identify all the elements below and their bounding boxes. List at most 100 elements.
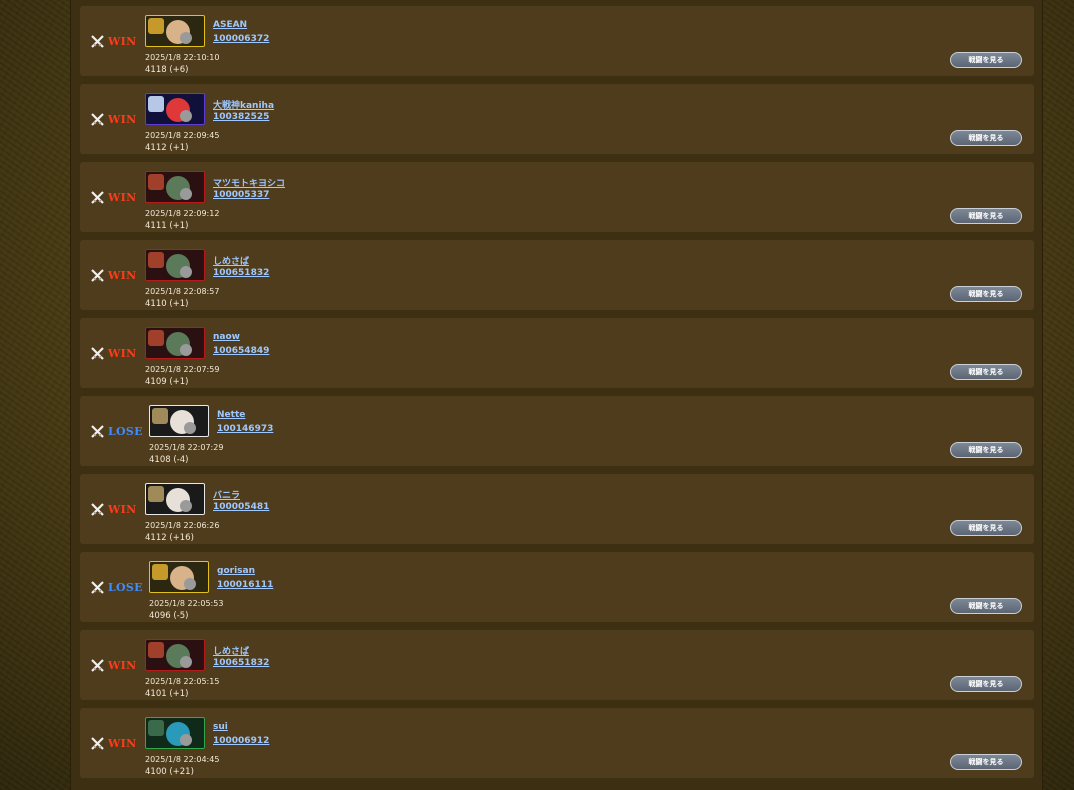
opponent-avatar[interactable] (145, 717, 205, 749)
emblem-icon (180, 266, 192, 278)
opponent-avatar[interactable] (145, 639, 205, 671)
emblem-icon (180, 32, 192, 44)
result-label: LOSE (108, 424, 143, 438)
opponent-name-link[interactable]: ASEAN (213, 20, 247, 30)
opponent-name-link[interactable]: しめさば (213, 644, 249, 657)
crossed-swords-icon (91, 268, 104, 282)
leader-character-icon (148, 96, 164, 112)
opponent-id-link[interactable]: 100005481 (213, 502, 269, 512)
battle-list: WIN ASEAN 100006372 2025/1/8 22:10:10 41… (80, 0, 1034, 786)
result-label: WIN (108, 112, 137, 126)
emblem-icon (180, 734, 192, 746)
opponent-avatar[interactable] (149, 405, 209, 437)
opponent-avatar[interactable] (149, 561, 209, 593)
rating-change: 4118 (+6) (145, 65, 189, 75)
view-battle-button[interactable]: 戦闘を見る (950, 442, 1022, 458)
battle-datetime: 2025/1/8 22:09:45 (145, 131, 220, 140)
opponent-avatar[interactable] (145, 483, 205, 515)
battle-row: LOSE gorisan 100016111 2025/1/8 22:05:53… (80, 552, 1034, 622)
opponent-id-link[interactable]: 100016111 (217, 580, 273, 590)
opponent-avatar[interactable] (145, 249, 205, 281)
result-indicator: WIN (91, 658, 136, 672)
battle-row: WIN ASEAN 100006372 2025/1/8 22:10:10 41… (80, 6, 1034, 76)
result-indicator: WIN (91, 190, 136, 204)
opponent-name-link[interactable]: gorisan (217, 566, 255, 576)
view-battle-button[interactable]: 戦闘を見る (950, 364, 1022, 380)
rating-change: 4109 (+1) (145, 377, 189, 387)
rating-change: 4111 (+1) (145, 221, 189, 231)
view-battle-button[interactable]: 戦闘を見る (950, 520, 1022, 536)
emblem-icon (180, 344, 192, 356)
opponent-name-link[interactable]: しめさば (213, 254, 249, 267)
leader-character-icon (148, 174, 164, 190)
opponent-avatar[interactable] (145, 327, 205, 359)
view-battle-button[interactable]: 戦闘を見る (950, 286, 1022, 302)
battle-row: WIN マツモトキヨシコ 100005337 2025/1/8 22:09:12… (80, 162, 1034, 232)
opponent-name-link[interactable]: naow (213, 332, 240, 342)
result-indicator: WIN (91, 112, 136, 126)
opponent-avatar[interactable] (145, 15, 205, 47)
result-indicator: WIN (91, 268, 136, 282)
view-battle-button[interactable]: 戦闘を見る (950, 52, 1022, 68)
rating-change: 4101 (+1) (145, 689, 189, 699)
opponent-avatar[interactable] (145, 93, 205, 125)
crossed-swords-icon (91, 502, 104, 516)
battle-datetime: 2025/1/8 22:10:10 (145, 53, 220, 62)
result-indicator: LOSE (91, 424, 143, 438)
leader-character-icon (148, 252, 164, 268)
view-battle-button[interactable]: 戦闘を見る (950, 754, 1022, 770)
battle-datetime: 2025/1/8 22:05:15 (145, 677, 220, 686)
opponent-name-link[interactable]: Nette (217, 410, 245, 420)
opponent-id-link[interactable]: 100146973 (217, 424, 273, 434)
rating-change: 4096 (-5) (149, 611, 189, 621)
result-indicator: WIN (91, 502, 136, 516)
result-label: WIN (108, 736, 137, 750)
opponent-id-link[interactable]: 100006912 (213, 736, 269, 746)
opponent-name-link[interactable]: sui (213, 722, 228, 732)
view-battle-button[interactable]: 戦闘を見る (950, 130, 1022, 146)
battle-row: LOSE Nette 100146973 2025/1/8 22:07:29 4… (80, 396, 1034, 466)
battle-row: WIN しめさば 100651832 2025/1/8 22:08:57 411… (80, 240, 1034, 310)
crossed-swords-icon (91, 346, 104, 360)
leader-character-icon (148, 18, 164, 34)
opponent-id-link[interactable]: 100382525 (213, 112, 269, 122)
opponent-avatar[interactable] (145, 171, 205, 203)
result-label: LOSE (108, 580, 143, 594)
result-label: WIN (108, 658, 137, 672)
opponent-id-link[interactable]: 100654849 (213, 346, 269, 356)
rating-change: 4110 (+1) (145, 299, 189, 309)
crossed-swords-icon (91, 424, 104, 438)
rating-change: 4108 (-4) (149, 455, 189, 465)
opponent-name-link[interactable]: バニラ (213, 488, 240, 501)
opponent-name-link[interactable]: マツモトキヨシコ (213, 176, 285, 189)
battle-history-panel: WIN ASEAN 100006372 2025/1/8 22:10:10 41… (70, 0, 1043, 790)
battle-datetime: 2025/1/8 22:06:26 (145, 521, 220, 530)
emblem-icon (180, 656, 192, 668)
opponent-id-link[interactable]: 100651832 (213, 268, 269, 278)
emblem-icon (180, 110, 192, 122)
result-indicator: WIN (91, 34, 136, 48)
crossed-swords-icon (91, 658, 104, 672)
crossed-swords-icon (91, 112, 104, 126)
result-label: WIN (108, 268, 137, 282)
view-battle-button[interactable]: 戦闘を見る (950, 598, 1022, 614)
opponent-id-link[interactable]: 100651832 (213, 658, 269, 668)
opponent-name-link[interactable]: 大戦神kaniha (213, 98, 274, 111)
opponent-id-link[interactable]: 100006372 (213, 34, 269, 44)
result-label: WIN (108, 502, 137, 516)
emblem-icon (184, 578, 196, 590)
result-label: WIN (108, 190, 137, 204)
emblem-icon (184, 422, 196, 434)
view-battle-button[interactable]: 戦闘を見る (950, 676, 1022, 692)
result-indicator: WIN (91, 346, 136, 360)
rating-change: 4112 (+16) (145, 533, 194, 543)
result-label: WIN (108, 346, 137, 360)
rating-change: 4100 (+21) (145, 767, 194, 777)
battle-datetime: 2025/1/8 22:07:29 (149, 443, 224, 452)
battle-row: WIN naow 100654849 2025/1/8 22:07:59 410… (80, 318, 1034, 388)
leader-character-icon (152, 564, 168, 580)
battle-datetime: 2025/1/8 22:04:45 (145, 755, 220, 764)
view-battle-button[interactable]: 戦闘を見る (950, 208, 1022, 224)
opponent-id-link[interactable]: 100005337 (213, 190, 269, 200)
leader-character-icon (148, 486, 164, 502)
